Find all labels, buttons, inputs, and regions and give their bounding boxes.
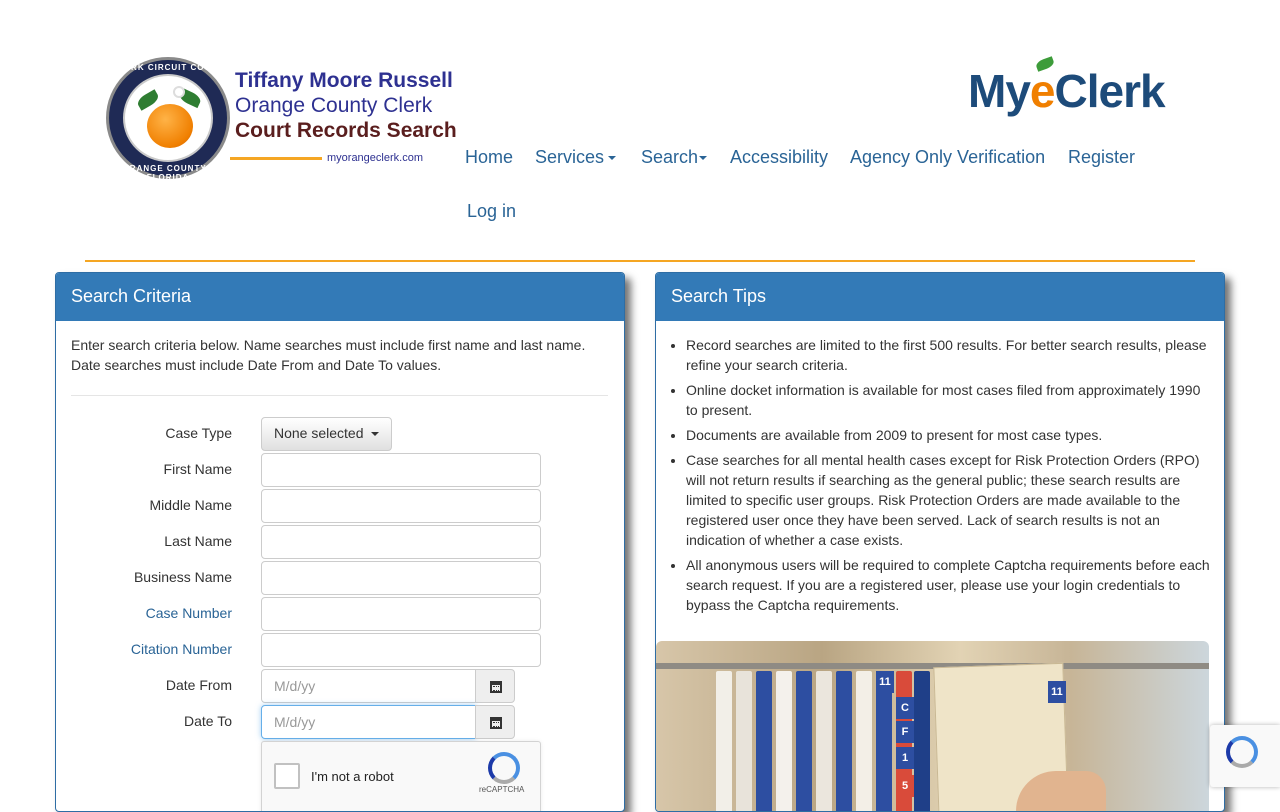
citation-number-input[interactable]	[261, 633, 541, 667]
tip-item: All anonymous users will be required to …	[686, 555, 1211, 615]
tip-item: Documents are available from 2009 to pre…	[686, 425, 1211, 445]
folder-shape	[816, 671, 832, 811]
date-to-label: Date To	[184, 713, 232, 729]
search-tips-list: Record searches are limited to the first…	[686, 335, 1211, 620]
site-name: Court Records Search	[235, 119, 457, 142]
tip-item: Record searches are limited to the first…	[686, 335, 1211, 375]
first-name-input[interactable]	[261, 453, 541, 487]
citation-number-row: Citation Number	[56, 633, 624, 667]
brand-underline	[230, 157, 322, 160]
folder-tab: 5	[896, 775, 914, 797]
nav-accessibility[interactable]: Accessibility	[730, 147, 828, 168]
folder-shape	[796, 671, 812, 811]
myeclerk-suffix: Clerk	[1054, 65, 1166, 117]
last-name-label: Last Name	[164, 533, 232, 549]
myeclerk-logo[interactable]: My eClerk	[968, 56, 1166, 118]
myeclerk-prefix: My	[968, 65, 1031, 117]
recaptcha-widget: I'm not a robot reCAPTCHA	[261, 741, 541, 811]
header-divider	[85, 260, 1195, 262]
tip-item: Online docket information is available f…	[686, 380, 1211, 420]
date-from-row: Date From	[56, 669, 624, 703]
chevron-down-icon	[699, 156, 708, 161]
folder-shape	[716, 671, 732, 811]
last-name-row: Last Name	[56, 525, 624, 559]
case-type-select[interactable]: None selected	[261, 417, 393, 451]
nav-search-label: Search	[641, 147, 699, 167]
folder-tab: 11	[1048, 681, 1066, 703]
blossom-icon	[173, 86, 185, 98]
search-criteria-title: Search Criteria	[56, 273, 624, 321]
seal-top-text: CLERK CIRCUIT COURT	[112, 63, 224, 72]
orange-icon	[147, 104, 193, 148]
recaptcha-icon	[488, 752, 520, 784]
folder-shape	[776, 671, 792, 811]
calendar-icon	[490, 717, 502, 729]
nav-services-label: Services	[535, 147, 605, 167]
date-from-label: Date From	[165, 677, 232, 693]
brand-title: Tiffany Moore Russell Orange County Cler…	[235, 68, 457, 143]
business-name-label: Business Name	[133, 569, 232, 585]
nav-login[interactable]: Log in	[467, 201, 516, 222]
recaptcha-label: I'm not a robot	[311, 769, 394, 784]
middle-name-label: Middle Name	[149, 497, 232, 513]
folder-shape	[856, 671, 872, 811]
recaptcha-badge[interactable]	[1210, 725, 1280, 787]
recaptcha-checkbox[interactable]	[274, 763, 300, 789]
business-name-input[interactable]	[261, 561, 541, 595]
folder-tab: F	[896, 721, 914, 743]
folder-tab: 1	[896, 747, 914, 769]
folder-tab: 11	[876, 671, 894, 693]
case-number-label-link[interactable]: Case Number	[146, 605, 232, 621]
file-folders-photo: 11 C F 1 5 11	[656, 641, 1209, 811]
nav-services[interactable]: Services	[535, 147, 617, 168]
last-name-input[interactable]	[261, 525, 541, 559]
search-tips-panel: Search Tips Record searches are limited …	[655, 272, 1225, 812]
case-number-input[interactable]	[261, 597, 541, 631]
myeclerk-e: e	[1029, 56, 1056, 117]
chevron-down-icon	[608, 156, 617, 161]
nav-search[interactable]: Search	[641, 147, 708, 168]
folder-tab: C	[896, 697, 914, 719]
seal-bottom-text: ORANGE COUNTY · FLORIDA	[122, 164, 214, 182]
nav-agency-verification[interactable]: Agency Only Verification	[850, 147, 1045, 168]
case-type-label: Case Type	[165, 425, 232, 441]
case-number-row: Case Number	[56, 597, 624, 631]
middle-name-row: Middle Name	[56, 489, 624, 523]
search-intro-text: Enter search criteria below. Name search…	[71, 337, 586, 373]
business-name-row: Business Name	[56, 561, 624, 595]
clerk-seal-logo: CLERK CIRCUIT COURT ORANGE COUNTY · FLOR…	[106, 57, 230, 182]
chevron-down-icon	[371, 432, 380, 437]
folder-shape	[914, 671, 930, 811]
recaptcha-brand: reCAPTCHA	[479, 785, 525, 794]
clerk-name: Tiffany Moore Russell	[235, 69, 453, 92]
search-tips-title: Search Tips	[656, 273, 1224, 321]
brand-url: myorangeclerk.com	[327, 152, 423, 164]
folder-shape	[836, 671, 852, 811]
office-name: Orange County Clerk	[235, 94, 433, 117]
citation-number-label-link[interactable]: Citation Number	[131, 641, 232, 657]
tip-item: Case searches for all mental health case…	[686, 450, 1211, 550]
nav-home[interactable]: Home	[465, 147, 513, 168]
folder-shape	[736, 671, 752, 811]
date-from-input[interactable]	[261, 669, 476, 703]
first-name-row: First Name	[56, 453, 624, 487]
first-name-label: First Name	[163, 461, 232, 477]
case-type-row: Case Type None selected	[56, 417, 624, 451]
nav-register[interactable]: Register	[1068, 147, 1135, 168]
myeclerk-e-letter: e	[1029, 65, 1056, 117]
date-to-row: Date To	[56, 705, 624, 739]
middle-name-input[interactable]	[261, 489, 541, 523]
seal-inner	[123, 74, 213, 162]
date-to-calendar-button[interactable]	[475, 705, 515, 739]
search-criteria-panel: Search Criteria Enter search criteria be…	[55, 272, 625, 812]
calendar-icon	[490, 681, 502, 693]
date-to-input[interactable]	[261, 705, 476, 739]
folder-shape	[756, 671, 772, 811]
case-type-value: None selected	[274, 425, 364, 441]
divider	[71, 395, 608, 396]
date-from-calendar-button[interactable]	[475, 669, 515, 703]
recaptcha-icon	[1226, 736, 1258, 768]
